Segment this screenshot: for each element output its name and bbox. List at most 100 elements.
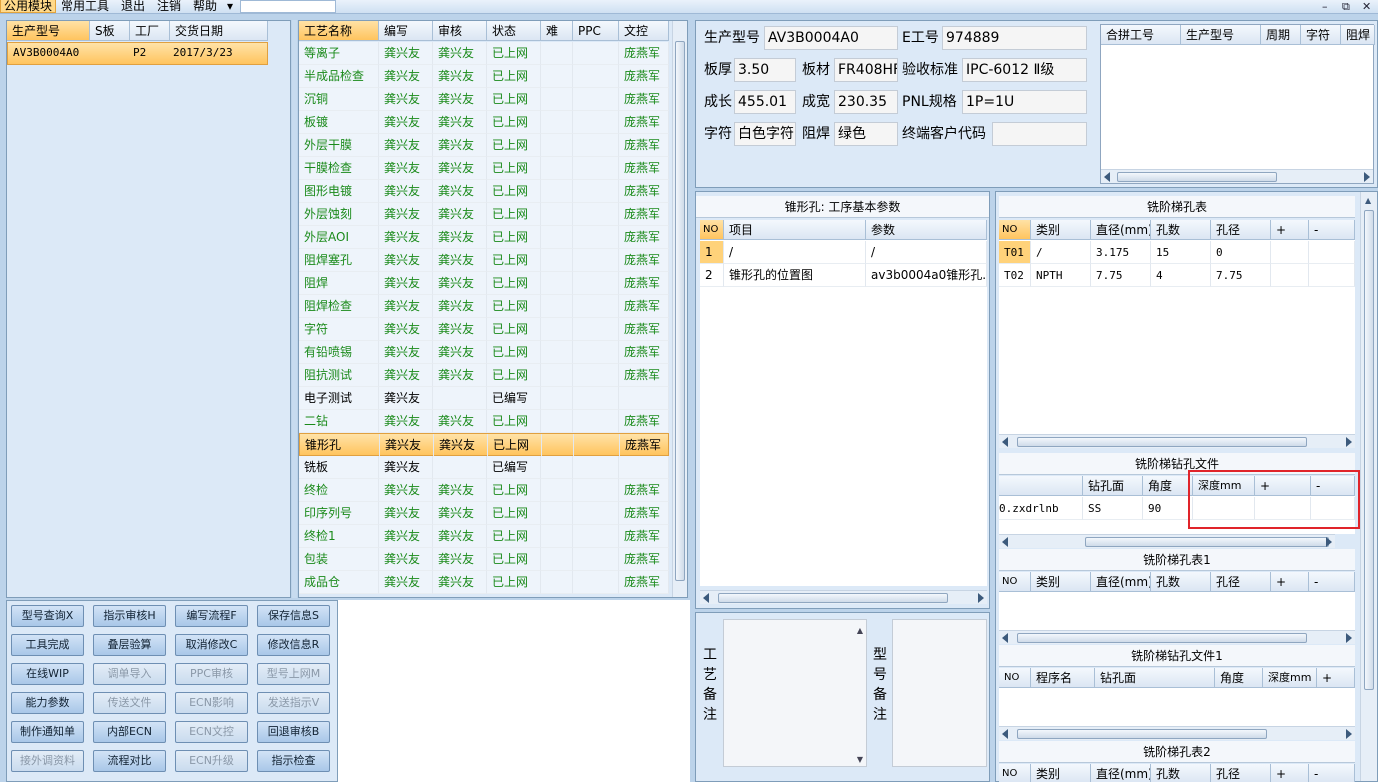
col-header-plus[interactable]: + (1271, 220, 1309, 240)
col-header-difficulty[interactable]: 难 (541, 21, 573, 41)
table-row[interactable]: 干膜检查 龚兴友 龚兴友 已上网 庞燕军 (299, 157, 669, 180)
action-button[interactable]: 回退审核B (257, 721, 330, 743)
col-header-author[interactable]: 编写 (379, 21, 433, 41)
col-header-category[interactable]: 类别 (1031, 764, 1091, 782)
row-no[interactable]: T01 (999, 241, 1031, 264)
char-field[interactable]: 白色字符 (734, 122, 796, 146)
col-header-s-board[interactable]: S板 (90, 21, 130, 41)
col-header-plus[interactable]: + (1271, 764, 1309, 782)
action-button[interactable]: 制作通知单 (11, 721, 84, 743)
col-header-category[interactable]: 类别 (1031, 220, 1091, 240)
table-row[interactable]: 外层干膜 龚兴友 龚兴友 已上网 庞燕军 (299, 134, 669, 157)
col-header-no[interactable]: NO (999, 764, 1031, 782)
col-header-minus[interactable]: - (1309, 764, 1355, 782)
table-row[interactable]: 阻焊 龚兴友 龚兴友 已上网 庞燕军 (299, 272, 669, 295)
action-button[interactable]: 发送指示V (257, 692, 330, 714)
scroll-left-icon[interactable] (1002, 729, 1008, 739)
width-field[interactable]: 230.35 (834, 90, 898, 114)
material-field[interactable]: FR408HF (834, 58, 898, 82)
col-header-param[interactable]: 参数 (866, 220, 987, 240)
table-row[interactable]: 印序列号 龚兴友 龚兴友 已上网 庞燕军 (299, 502, 669, 525)
horizontal-scrollbar[interactable] (999, 630, 1355, 644)
scroll-left-icon[interactable] (1002, 537, 1008, 547)
menu-tools[interactable]: 常用工具 (58, 0, 112, 14)
col-header-char[interactable]: 字符 (1301, 25, 1341, 45)
scroll-thumb[interactable] (1017, 729, 1267, 739)
scroll-right-icon[interactable] (1326, 537, 1332, 547)
table-row[interactable]: 有铅喷锡 龚兴友 龚兴友 已上网 庞燕军 (299, 341, 669, 364)
row-category[interactable]: NPTH (1031, 264, 1091, 287)
col-header-diameter[interactable]: 直径(mm) (1091, 572, 1151, 592)
scroll-thumb[interactable] (1017, 437, 1307, 447)
col-header-category[interactable]: 类别 (1031, 572, 1091, 592)
table-row[interactable]: 半成品检查 龚兴友 龚兴友 已上网 庞燕军 (299, 65, 669, 88)
col-header-cycle[interactable]: 周期 (1261, 25, 1301, 45)
table-row[interactable]: 锥形孔 龚兴友 龚兴友 已上网 庞燕军 (299, 433, 670, 457)
row-plus[interactable] (1271, 241, 1309, 264)
table-row[interactable]: 等离子 龚兴友 龚兴友 已上网 庞燕军 (299, 42, 669, 65)
col-header-status[interactable]: 状态 (487, 21, 541, 41)
action-button[interactable]: 编写流程F (175, 605, 248, 627)
row-minus[interactable] (1309, 241, 1355, 264)
col-header-angle[interactable]: 角度 (1215, 668, 1263, 688)
action-button[interactable]: 型号查询X (11, 605, 84, 627)
scroll-right-icon[interactable] (1346, 633, 1352, 643)
row-plus[interactable] (1271, 264, 1309, 287)
action-button[interactable]: 内部ECN (93, 721, 166, 743)
horizontal-scrollbar[interactable] (700, 590, 987, 604)
action-button[interactable]: 取消修改C (175, 634, 248, 656)
row-hole-count[interactable]: 15 (1151, 241, 1211, 264)
row-category[interactable]: / (1031, 241, 1091, 264)
scroll-right-icon[interactable] (1346, 729, 1352, 739)
action-button[interactable]: 流程对比 (93, 750, 166, 772)
horizontal-scrollbar[interactable] (999, 534, 1335, 548)
table-row[interactable]: 外层AOI 龚兴友 龚兴友 已上网 庞燕军 (299, 226, 669, 249)
row-no[interactable]: 2 (700, 264, 724, 287)
action-button[interactable]: 工具完成 (11, 634, 84, 656)
row-aperture[interactable]: 0 (1211, 241, 1271, 264)
col-header-merge-no[interactable]: 合拼工号 (1101, 25, 1181, 45)
row-file[interactable]: 0.zxdrlnb (999, 497, 1083, 520)
col-header-mask[interactable]: 阻焊 (1341, 25, 1375, 45)
col-header-program[interactable]: 程序名 (1031, 668, 1095, 688)
scroll-thumb[interactable] (675, 41, 685, 581)
table-row[interactable]: 铣板 龚兴友 已编写 (299, 456, 669, 479)
row-param[interactable]: / (866, 241, 987, 264)
menu-help[interactable]: 帮助 (190, 0, 220, 14)
row-drill-face[interactable]: SS (1083, 497, 1143, 520)
process-notes-field[interactable]: ▲ ▼ (723, 619, 867, 767)
action-button[interactable]: 修改信息R (257, 634, 330, 656)
scroll-up-icon[interactable]: ▲ (1365, 196, 1371, 205)
action-button[interactable]: 叠层验算 (93, 634, 166, 656)
action-button[interactable]: ECN影响 (175, 692, 248, 714)
customer-field[interactable] (992, 122, 1087, 146)
col-header-ppc[interactable]: PPC (573, 21, 619, 41)
row-no[interactable]: 1 (700, 241, 724, 264)
row-aperture[interactable]: 7.75 (1211, 264, 1271, 287)
row-item[interactable]: / (724, 241, 866, 264)
table-row[interactable]: 字符 龚兴友 龚兴友 已上网 庞燕军 (299, 318, 669, 341)
table-row[interactable]: 电子测试 龚兴友 已编写 (299, 387, 669, 410)
minimize-icon[interactable]: – (1322, 0, 1328, 13)
row-diameter[interactable]: 3.175 (1091, 241, 1151, 264)
horizontal-scrollbar[interactable] (999, 434, 1355, 448)
row-minus[interactable] (1309, 264, 1355, 287)
restore-icon[interactable]: ⧉ (1342, 0, 1350, 13)
table-row[interactable]: 终检 龚兴友 龚兴友 已上网 庞燕军 (299, 479, 669, 502)
table-row[interactable]: AV3B0004A0 P2 2017/3/23 (7, 42, 268, 65)
col-header-factory[interactable]: 工厂 (130, 21, 170, 41)
col-header-aperture[interactable]: 孔径 (1211, 220, 1271, 240)
action-button[interactable]: 指示检查 (257, 750, 330, 772)
col-header-file[interactable] (999, 476, 1083, 496)
vertical-scrollbar[interactable]: ▲ (1360, 192, 1377, 781)
col-header-hole-count[interactable]: 孔数 (1151, 220, 1211, 240)
thickness-field[interactable]: 3.50 (734, 58, 796, 82)
standard-field[interactable]: IPC-6012 Ⅱ级 (962, 58, 1087, 82)
action-button[interactable]: 接外调资料 (11, 750, 84, 772)
col-header-reviewer[interactable]: 审核 (433, 21, 487, 41)
col-header-drill-face[interactable]: 钻孔面 (1095, 668, 1215, 688)
col-header-model[interactable]: 生产型号 (7, 21, 90, 41)
scroll-thumb[interactable] (1085, 537, 1329, 547)
eno-field[interactable]: 974889 (942, 26, 1087, 50)
row-diameter[interactable]: 7.75 (1091, 264, 1151, 287)
